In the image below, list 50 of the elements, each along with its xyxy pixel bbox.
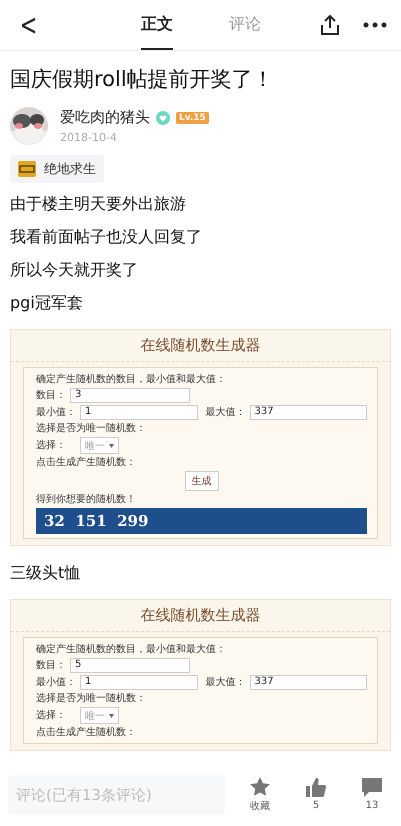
comment-button[interactable]: 13 xyxy=(351,778,393,811)
field-label: 选择： xyxy=(36,439,66,452)
favorite-button[interactable]: 收藏 xyxy=(239,776,281,812)
share-icon xyxy=(319,14,341,36)
field-label: 选择： xyxy=(36,709,66,722)
min-field[interactable]: 1 xyxy=(80,675,198,690)
instruction-text: 选择是否为唯一随机数： xyxy=(36,422,147,435)
author-name[interactable]: 爱吃肉的猪头 xyxy=(60,108,150,127)
result-label: 得到你想要的随机数！ xyxy=(36,493,137,506)
post-paragraph: 由于楼主明天要外出旅游 xyxy=(10,193,187,215)
comment-field[interactable]: 评论(已有13条评论) xyxy=(8,774,225,814)
back-button[interactable]: < xyxy=(16,8,42,42)
field-label: 最大值： xyxy=(206,406,246,419)
field-label: 数目： xyxy=(36,659,66,672)
caret-icon xyxy=(109,714,114,718)
min-field[interactable]: 1 xyxy=(80,405,198,420)
more-icon xyxy=(363,22,387,28)
instruction-text: 确定产生随机数的数目，最小值和最大值： xyxy=(36,373,227,386)
count-field[interactable]: 5 xyxy=(70,658,190,673)
post-title: 国庆假期roll帖提前开奖了！ xyxy=(10,66,275,93)
generator-title: 在线随机数生成器 xyxy=(11,330,390,362)
caret-icon xyxy=(109,444,114,448)
like-button[interactable]: 5 xyxy=(295,778,337,811)
post-paragraph: 我看前面帖子也没人回复了 xyxy=(10,226,203,248)
instruction-text: 确定产生随机数的数目，最小值和最大值： xyxy=(36,643,227,656)
speech-bubble-icon xyxy=(362,778,382,797)
result-numbers: 32 151 299 xyxy=(36,508,367,534)
field-label: 最小值： xyxy=(36,406,76,419)
max-field[interactable]: 337 xyxy=(250,675,367,690)
post-paragraph: pgi冠军套 xyxy=(10,292,84,314)
game-logo-icon xyxy=(18,161,36,177)
max-field[interactable]: 337 xyxy=(250,405,367,420)
post-paragraph: 三级头t恤 xyxy=(10,562,82,584)
instruction-text: 选择是否为唯一随机数： xyxy=(36,692,147,705)
field-label: 最大值： xyxy=(206,676,246,689)
field-label: 数目： xyxy=(36,389,66,402)
generator-title: 在线随机数生成器 xyxy=(11,600,390,632)
count-field[interactable]: 3 xyxy=(70,388,190,403)
level-badge: Lv.15 xyxy=(176,112,209,124)
tab[interactable]: 正文 xyxy=(141,0,174,50)
verified-icon xyxy=(156,110,170,124)
thumbs-up-icon xyxy=(306,778,326,797)
post-date: 2018-10-4 xyxy=(60,131,118,144)
field-label: 最小值： xyxy=(36,676,76,689)
instruction-text: 点击生成产生随机数： xyxy=(36,726,137,739)
star-icon xyxy=(250,776,270,796)
game-tag[interactable]: 绝地求生 xyxy=(10,155,104,183)
generate-button[interactable]: 生成 xyxy=(184,471,218,491)
instruction-text: 点击生成产生随机数： xyxy=(36,456,137,469)
post-paragraph: 所以今天就开奖了 xyxy=(10,259,139,281)
